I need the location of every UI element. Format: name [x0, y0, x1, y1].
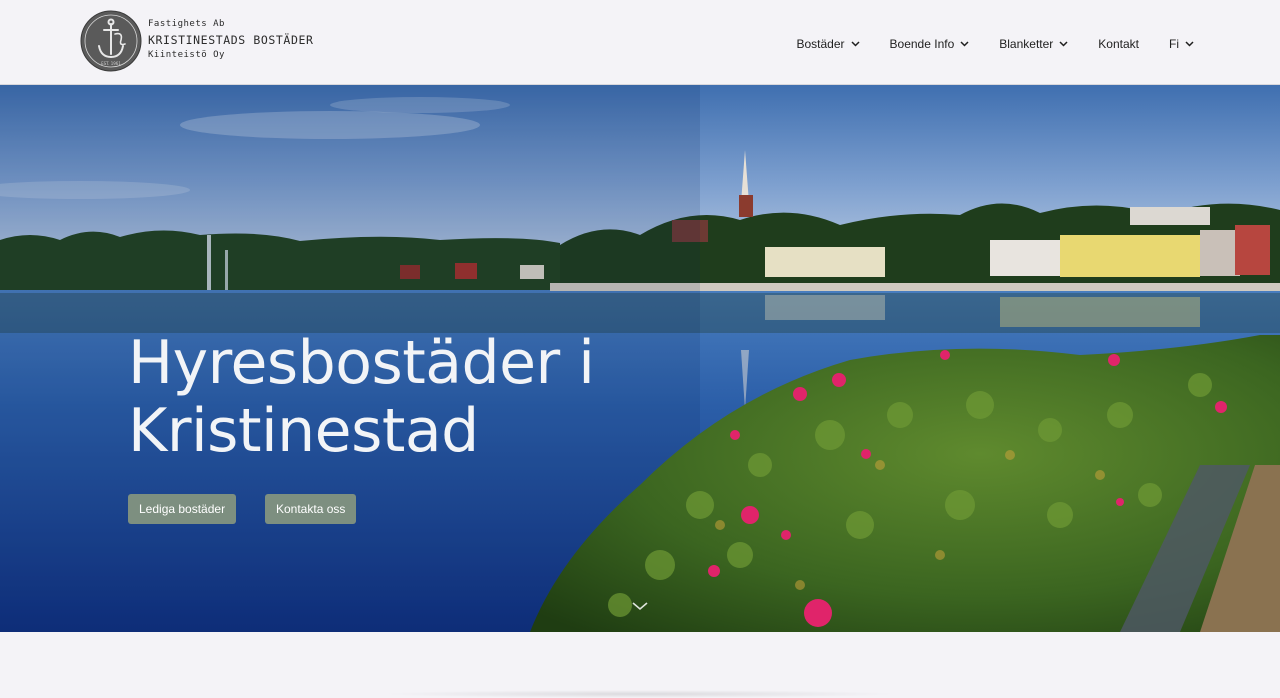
- hero-title-line-2: Kristinestad: [128, 396, 479, 466]
- language-label: Fi: [1169, 37, 1179, 51]
- available-housing-button[interactable]: Lediga bostäder: [128, 494, 237, 524]
- main-navigation: Bostäder Boende Info Blanketter Kontakt …: [797, 36, 1195, 52]
- chevron-down-icon: [1059, 41, 1068, 47]
- company-logo-emblem[interactable]: EST. 1961: [79, 10, 143, 72]
- language-selector[interactable]: Fi: [1169, 37, 1194, 51]
- contact-us-button[interactable]: Kontakta oss: [265, 494, 357, 524]
- chevron-down-icon: [1185, 41, 1194, 47]
- chevron-down-icon[interactable]: [631, 601, 649, 611]
- brand-line-1: Fastighets Ab: [148, 19, 225, 29]
- brand-line-2: KRISTINESTADS BOSTÄDER: [148, 33, 314, 47]
- card-shadow: [380, 690, 900, 698]
- hero-title: Hyresbostäder i Kristinestad: [128, 329, 648, 465]
- nav-item-bostader[interactable]: Bostäder: [797, 37, 860, 51]
- nav-item-kontakt[interactable]: Kontakt: [1098, 37, 1139, 51]
- nav-item-label: Bostäder: [796, 37, 845, 51]
- nav-item-label: Boende Info: [889, 37, 955, 51]
- hero-section: Hyresbostäder i Kristinestad Lediga bost…: [0, 85, 1280, 632]
- nav-item-boende-info[interactable]: Boende Info: [890, 37, 970, 51]
- site-header: EST. 1961 Fastighets Ab KRISTINESTADS BO…: [0, 0, 1280, 85]
- nav-item-label: Blanketter: [999, 37, 1054, 51]
- company-wordmark[interactable]: Fastighets Ab KRISTINESTADS BOSTÄDER Kii…: [148, 18, 314, 62]
- nav-item-label: Kontakt: [1098, 37, 1139, 51]
- hero-title-line-1: Hyresbostäder i: [128, 328, 595, 398]
- brand-line-3: Kiinteistö Oy: [148, 50, 225, 60]
- chevron-down-icon: [960, 41, 969, 47]
- emblem-text: EST. 1961: [101, 61, 121, 66]
- content-area: [0, 632, 1280, 698]
- chevron-down-icon: [851, 41, 860, 47]
- nav-item-blanketter[interactable]: Blanketter: [999, 37, 1068, 51]
